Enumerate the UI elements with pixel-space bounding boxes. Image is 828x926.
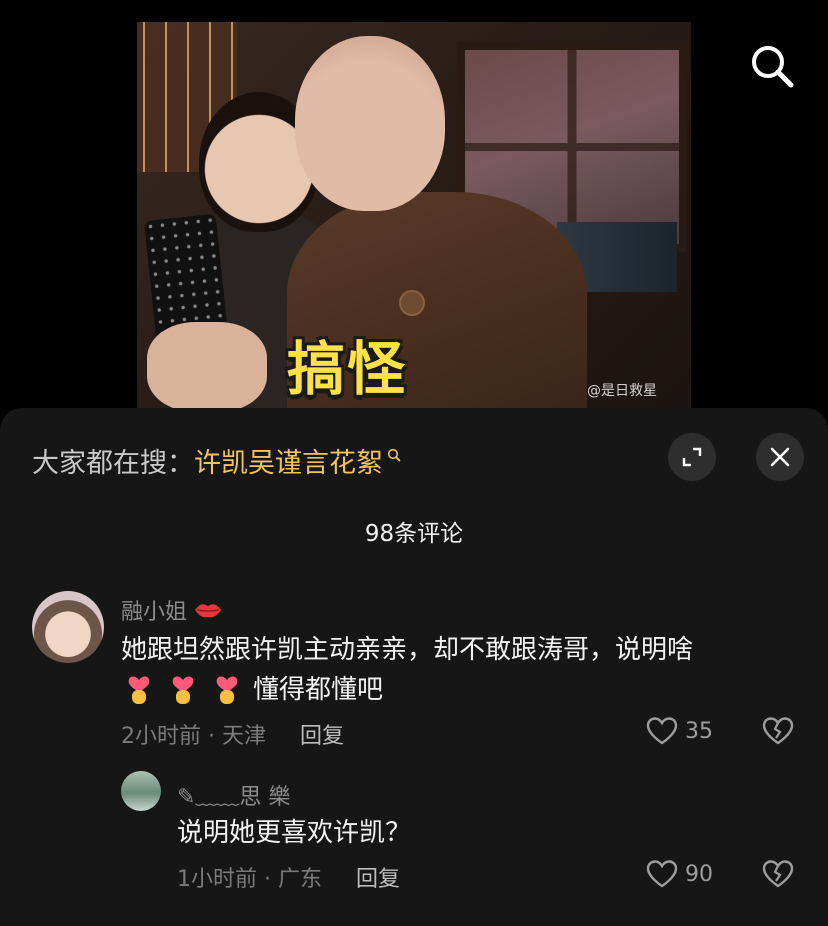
reply-button[interactable]: 回复 xyxy=(300,718,344,750)
username-text: ✎﹏﹏思 樂 xyxy=(177,785,291,810)
like-count: 90 xyxy=(685,861,713,887)
lips-icon xyxy=(195,604,222,618)
heart-hands-emoji xyxy=(128,676,150,704)
expand-icon xyxy=(682,447,702,467)
heart-outline-icon xyxy=(646,860,678,888)
dislike-button[interactable] xyxy=(761,859,795,893)
comment-count: 98条评论 xyxy=(364,521,464,547)
close-icon xyxy=(770,447,790,467)
heart-hands-emoji xyxy=(172,676,194,704)
comments-sheet: 大家都在搜： 许凯吴谨言花絮 98条评论 融小姐 她跟坦然跟许凯主动亲亲，却不敢… xyxy=(0,408,828,926)
search-small-icon xyxy=(387,448,401,462)
hand xyxy=(147,322,267,408)
comment-time-location: 1小时前 · 广东 xyxy=(177,867,322,892)
robe-button xyxy=(399,290,425,316)
comment-username[interactable]: ✎﹏﹏思 樂 xyxy=(177,779,290,811)
comment-meta: 1小时前 · 广东 回复 xyxy=(177,861,400,893)
comment-time-location: 2小时前 · 天津 xyxy=(121,724,266,749)
broken-heart-icon xyxy=(762,860,794,888)
heart-outline-icon xyxy=(646,717,678,745)
comment-meta: 2小时前 · 天津 回复 xyxy=(121,718,344,750)
search-button[interactable] xyxy=(748,42,796,90)
like-count: 35 xyxy=(685,718,713,744)
trending-query-link[interactable]: 许凯吴谨言花絮 xyxy=(194,441,383,480)
comment-text: 她跟坦然跟许凯主动亲亲，却不敢跟涛哥，说明啥 懂得都懂吧 xyxy=(121,630,801,710)
avatar[interactable] xyxy=(121,771,161,811)
video-player[interactable]: 搞怪 @是日救星 xyxy=(0,0,828,420)
expand-button[interactable] xyxy=(668,433,716,481)
dislike-button[interactable] xyxy=(761,716,795,750)
video-frame[interactable]: 搞怪 @是日救星 xyxy=(137,22,691,408)
comment-line-text: 懂得都懂吧 xyxy=(253,675,384,705)
username-text: 融小姐 xyxy=(121,600,188,625)
trending-search[interactable]: 大家都在搜： 许凯吴谨言花絮 xyxy=(32,441,401,480)
search-icon xyxy=(752,46,794,88)
man-face xyxy=(295,36,445,211)
comment-line-with-emoji: 懂得都懂吧 xyxy=(121,670,801,710)
video-watermark: @是日救星 xyxy=(587,383,657,399)
heart-hands-emoji xyxy=(216,676,238,704)
reply-button[interactable]: 回复 xyxy=(356,861,400,893)
close-button[interactable] xyxy=(756,433,804,481)
comment-line: 她跟坦然跟许凯主动亲亲，却不敢跟涛哥，说明啥 xyxy=(121,635,694,665)
broken-heart-icon xyxy=(762,717,794,745)
comment-username[interactable]: 融小姐 xyxy=(121,594,223,626)
avatar[interactable] xyxy=(32,591,104,663)
video-caption: 搞怪 xyxy=(287,335,408,403)
like-button[interactable]: 35 xyxy=(645,716,713,746)
trending-prefix: 大家都在搜： xyxy=(32,448,194,479)
like-button[interactable]: 90 xyxy=(645,859,713,889)
comment-text: 说明她更喜欢许凯？ xyxy=(177,818,412,848)
